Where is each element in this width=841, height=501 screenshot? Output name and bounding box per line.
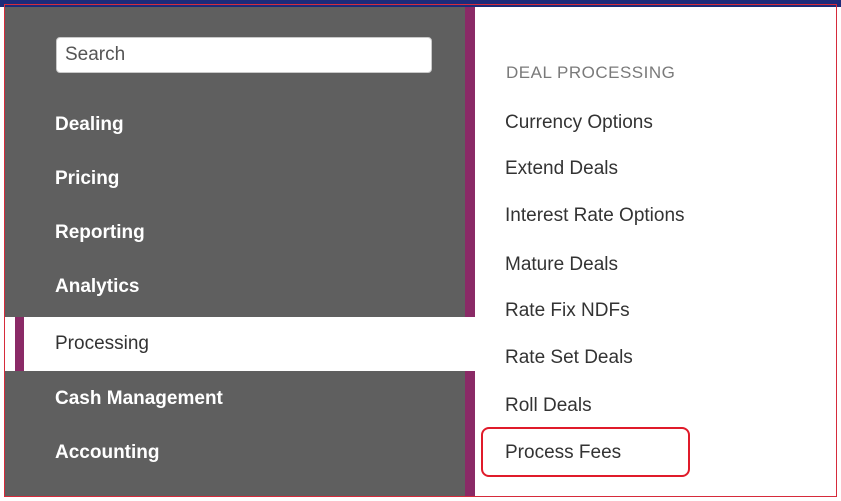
search-input[interactable] [56, 37, 432, 73]
menu-item-extend-deals[interactable]: Extend Deals [505, 154, 618, 184]
sidebar-item-reporting[interactable]: Reporting [5, 206, 475, 260]
menu-item-roll-deals[interactable]: Roll Deals [505, 391, 592, 421]
menu-item-currency-options[interactable]: Currency Options [505, 108, 653, 138]
sidebar-item-cash-management[interactable]: Cash Management [5, 372, 475, 426]
active-indicator [15, 317, 24, 371]
sidebar-item-label: Dealing [55, 114, 124, 135]
menu-item-rate-fix-ndfs[interactable]: Rate Fix NDFs [505, 296, 630, 326]
menu-item-rate-set-deals[interactable]: Rate Set Deals [505, 343, 633, 373]
menu-item-interest-rate-options[interactable]: Interest Rate Options [505, 201, 685, 231]
sidebar-item-accounting[interactable]: Accounting [5, 426, 475, 480]
sidebar-item-label: Processing [55, 333, 149, 354]
sidebar-item-label: Cash Management [55, 388, 223, 409]
sidebar-item-label: Analytics [55, 276, 140, 297]
sidebar-item-dealing[interactable]: Dealing [5, 98, 475, 152]
sidebar-item-pricing[interactable]: Pricing [5, 152, 475, 206]
sidebar-item-label: Reporting [55, 222, 145, 243]
menu-item-mature-deals[interactable]: Mature Deals [505, 250, 618, 280]
sidebar-item-label: Accounting [55, 442, 160, 463]
highlight-box [481, 427, 690, 477]
sidebar-item-analytics[interactable]: Analytics [5, 260, 475, 314]
app-window: Dealing Pricing Reporting Analytics Proc… [0, 0, 841, 501]
sidebar-item-processing[interactable]: Processing [5, 317, 475, 371]
sidebar-item-label: Pricing [55, 168, 120, 189]
submenu-section-title: DEAL PROCESSING [506, 63, 676, 82]
